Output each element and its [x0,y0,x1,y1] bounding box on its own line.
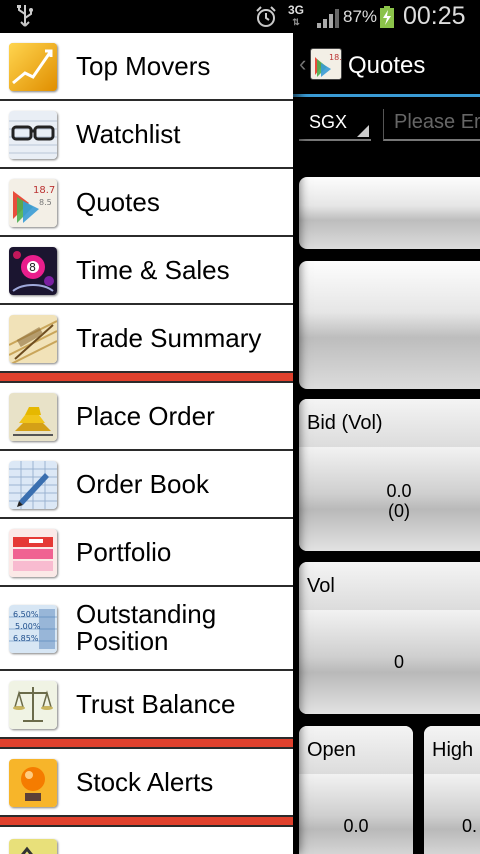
nav-item-label: Time & Sales [76,254,230,285]
section-separator [0,373,293,383]
exchange-value: SGX [309,112,348,132]
stock-search-placeholder: Please Er [394,111,480,133]
outstanding-position-icon: 6.50% 5.00% 6.85% [9,605,57,653]
bid-label: Bid (Vol) [299,399,480,447]
vol-card: Vol 0 [299,562,480,714]
gold-bars-icon [9,393,57,441]
back-chevron-icon[interactable]: ‹ [299,51,306,77]
network-indicator: 3G ⇅ [286,4,306,28]
open-label: Open [299,726,413,774]
nav-item-label: Outstanding Position [76,599,217,656]
nav-item-trust-balance[interactable]: Trust Balance [0,671,293,739]
nav-item-watchlist[interactable]: Watchlist [0,101,293,169]
nav-item-label: Trust Balance [76,688,236,719]
quotes-icon: 18.7 8.5 [9,179,57,227]
network-type: 3G [287,3,304,17]
clock: 00:25 [403,2,466,30]
svg-text:6.85%: 6.85% [13,634,39,643]
nav-item-top-movers[interactable]: Top Movers [0,33,293,101]
svg-text:5.00%: 5.00% [15,622,41,631]
quotes-panel: ‹ 18.7 Quotes SGX Please Er Bid (Vol) 0.… [293,33,480,854]
bid-volume: (0) [388,501,410,521]
battery-percent: 87% [343,7,378,26]
high-card: High 0. [424,726,480,854]
stock-name-button[interactable] [299,177,480,249]
nav-item-order-book[interactable]: Order Book [0,451,293,519]
bid-body: 0.0 (0) [299,447,480,551]
usb-icon [17,5,33,27]
data-activity-icon: ⇅ [292,17,300,27]
glasses-icon [9,111,57,159]
battery-charging-icon [380,6,394,28]
quotes-title: Quotes [348,52,426,79]
svg-text:18.7: 18.7 [33,185,55,196]
high-label: High [424,726,480,774]
quotes-action-bar: ‹ 18.7 Quotes [293,33,480,97]
dropdown-triangle-icon [357,125,369,137]
portfolio-icon [9,529,57,577]
nav-item-quotes[interactable]: 18.7 8.5 Quotes [0,169,293,237]
open-card: Open 0.0 [299,726,413,854]
vol-label: Vol [299,562,480,610]
bid-card: Bid (Vol) 0.0 (0) [299,399,480,551]
high-value: 0. [424,774,480,854]
top-movers-icon [9,43,57,91]
nav-item-label: Watchlist [76,118,181,149]
svg-text:8.5: 8.5 [39,198,52,207]
vol-value: 0 [299,610,480,714]
nav-item-label: Portfolio [76,536,172,567]
svg-text:6.50%: 6.50% [13,610,39,619]
partial-item-icon [9,839,57,854]
scale-icon [9,681,57,729]
nav-item-portfolio[interactable]: Portfolio [0,519,293,587]
nav-item-outstanding-position[interactable]: 6.50% 5.00% 6.85% Outstanding Position [0,587,293,671]
section-separator [0,739,293,749]
stock-price-button[interactable] [299,261,480,389]
alarm-icon [256,6,276,27]
alert-icon [9,759,57,807]
nav-item-label: Quotes [76,186,160,217]
nav-item-stock-alerts[interactable]: Stock Alerts [0,749,293,817]
quotes-app-icon[interactable]: 18.7 [310,48,342,80]
signal-icon [317,9,339,28]
time-sales-icon: 8 [9,247,57,295]
open-value: 0.0 [299,774,413,854]
nav-item-label: Order Book [76,468,209,499]
nav-item-label: Place Order [76,400,215,431]
stock-search-input[interactable]: Please Er [383,109,480,141]
nav-item-label: Top Movers [76,50,211,81]
nav-item-place-order[interactable]: Place Order [0,383,293,451]
bid-price: 0.0 [386,481,412,501]
svg-text:18.7: 18.7 [329,53,342,62]
nav-item-time-sales[interactable]: 8 Time & Sales [0,237,293,305]
trade-summary-icon [9,315,57,363]
nav-item-trade-summary[interactable]: Trade Summary [0,305,293,373]
nav-item-partial[interactable] [0,827,293,854]
order-book-icon [9,461,57,509]
nav-item-label: Trade Summary [76,322,262,353]
exchange-select[interactable]: SGX [299,109,371,141]
navigation-drawer: Top Movers Watchlist 18.7 8.5 Quotes 8 T… [0,33,293,854]
nav-item-label: Stock Alerts [76,766,214,797]
status-bar: 3G ⇅ 87% 00:25 [0,0,480,33]
svg-text:8: 8 [29,261,36,274]
section-separator [0,817,293,827]
